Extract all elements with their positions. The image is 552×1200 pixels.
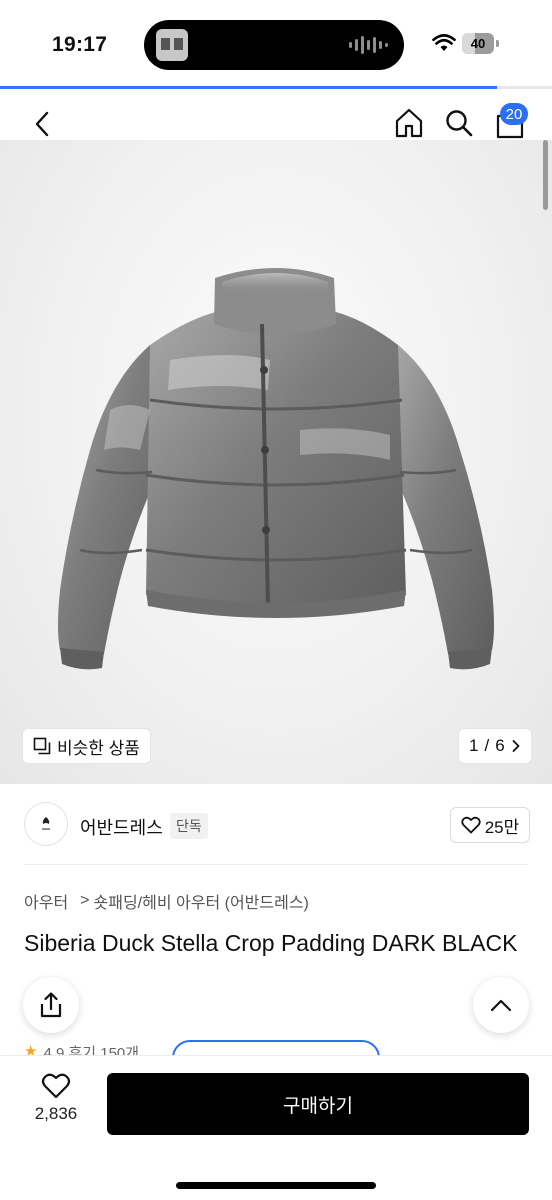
breadcrumb-separator: > bbox=[80, 892, 90, 909]
home-indicator[interactable] bbox=[176, 1182, 376, 1189]
status-bar: 19:17 40 bbox=[0, 0, 552, 86]
now-playing-artwork bbox=[156, 29, 188, 61]
dynamic-island[interactable] bbox=[144, 20, 404, 70]
similar-items-icon bbox=[33, 737, 51, 755]
breadcrumb-level1[interactable]: 아우터 bbox=[24, 889, 68, 913]
pager-current: 1 bbox=[469, 736, 479, 755]
wishlist-count: 2,836 bbox=[34, 1104, 78, 1123]
battery-indicator: 40 bbox=[462, 33, 494, 54]
page-load-progress bbox=[0, 86, 497, 89]
share-icon bbox=[40, 992, 62, 1018]
search-button[interactable] bbox=[440, 104, 478, 142]
similar-products-button[interactable]: 비슷한 상품 bbox=[22, 728, 151, 764]
home-button[interactable] bbox=[390, 104, 428, 142]
brand-logo[interactable] bbox=[24, 802, 68, 846]
image-pager[interactable]: 1 / 6 bbox=[458, 728, 532, 764]
cart-count-badge: 20 bbox=[500, 103, 528, 125]
battery-tip bbox=[496, 40, 499, 47]
product-title: Siberia Duck Stella Crop Padding DARK BL… bbox=[24, 930, 518, 956]
buy-button[interactable]: 구매하기 bbox=[107, 1073, 529, 1135]
scroll-indicator bbox=[543, 140, 548, 210]
brand-emblem-icon bbox=[42, 817, 50, 830]
battery-percent: 40 bbox=[470, 36, 486, 51]
product-image-gallery[interactable]: 비슷한 상품 1 / 6 bbox=[0, 140, 552, 784]
heart-icon bbox=[461, 816, 481, 834]
scroll-to-top-button[interactable] bbox=[473, 977, 529, 1033]
share-button[interactable] bbox=[23, 977, 79, 1033]
pager-total: 6 bbox=[495, 736, 505, 755]
breadcrumb-level2[interactable]: 숏패딩/헤비 아우터 (어반드레스) bbox=[94, 889, 309, 913]
audio-wave-icon bbox=[349, 35, 388, 55]
pager-separator: / bbox=[484, 736, 490, 755]
breadcrumb: 아우터 > 숏패딩/헤비 아우터 (어반드레스) bbox=[24, 889, 309, 913]
brand-like-button[interactable]: 25만 bbox=[450, 807, 530, 843]
status-time: 19:17 bbox=[52, 33, 108, 56]
heart-icon bbox=[41, 1073, 71, 1099]
divider bbox=[24, 864, 528, 865]
brand-name[interactable]: 어반드레스 bbox=[80, 814, 163, 840]
exclusive-badge: 단독 bbox=[170, 813, 208, 839]
chevron-left-icon bbox=[35, 111, 49, 137]
back-button[interactable] bbox=[24, 106, 60, 142]
home-icon bbox=[395, 108, 423, 138]
search-icon bbox=[446, 110, 473, 137]
wishlist-button[interactable]: 2,836 bbox=[24, 1072, 88, 1136]
brand-like-count: 25만 bbox=[484, 817, 520, 837]
chevron-right-icon bbox=[512, 740, 520, 752]
chevron-up-icon bbox=[490, 999, 512, 1012]
similar-products-label: 비슷한 상품 bbox=[57, 738, 140, 758]
product-photo-jacket bbox=[58, 268, 494, 670]
wifi-icon bbox=[432, 34, 456, 51]
